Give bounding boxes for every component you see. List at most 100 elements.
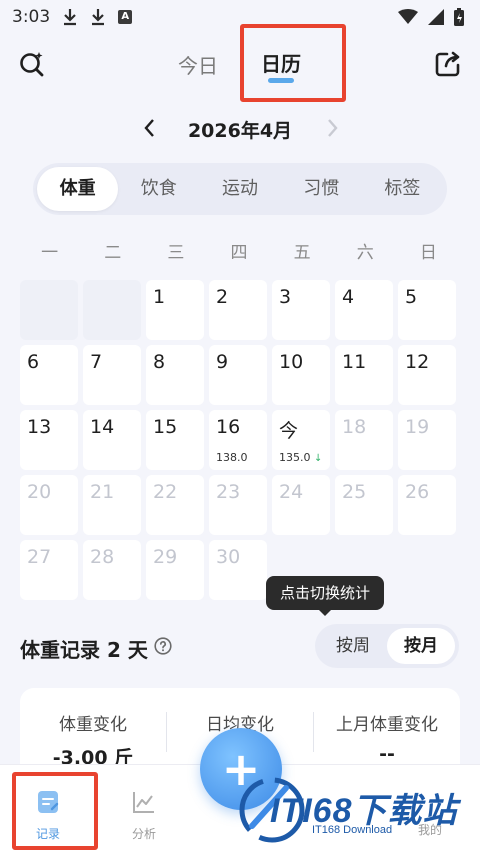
nav-record[interactable]: 记录 [18, 789, 78, 842]
calendar-day[interactable]: 20 [20, 475, 78, 535]
weekday-label: 二 [104, 243, 122, 263]
day-number: 11 [342, 351, 367, 373]
notebook-icon [38, 791, 59, 813]
calendar-day[interactable]: 15 [146, 410, 204, 470]
day-number: 6 [27, 351, 40, 373]
calendar-day[interactable]: 13 [20, 410, 78, 470]
search-button[interactable] [16, 48, 48, 80]
help-icon[interactable] [154, 637, 172, 655]
day-number: 20 [27, 481, 52, 503]
category-tabs: 体重 饮食 运动 习惯 标签 [33, 163, 447, 215]
calendar-day[interactable]: 8 [146, 345, 204, 405]
calendar-day[interactable]: 12 [398, 345, 456, 405]
calendar-day[interactable]: 1 [146, 280, 204, 340]
day-number: 22 [153, 481, 178, 503]
calendar-day[interactable]: 5 [398, 280, 456, 340]
calendar-day[interactable]: 21 [83, 475, 141, 535]
day-number: 15 [153, 416, 178, 438]
tab-habits[interactable]: 习惯 [281, 167, 362, 211]
day-number: 1 [153, 286, 166, 308]
calendar-day-today[interactable]: 今 135.0 ↓ [272, 410, 330, 470]
calendar-day[interactable]: 23 [209, 475, 267, 535]
day-number: 10 [279, 351, 304, 373]
stat-weight-change: 体重变化 -3.00 斤 [20, 710, 166, 770]
day-number: 今 [279, 420, 299, 442]
day-number: 30 [216, 546, 241, 568]
search-sparkle-icon [20, 52, 44, 77]
calendar-day[interactable]: 3 [272, 280, 330, 340]
weekday-label: 三 [167, 243, 185, 263]
toggle-by-month[interactable]: 按月 [387, 628, 455, 664]
calendar-day[interactable]: 24 [272, 475, 330, 535]
calendar-day[interactable]: 28 [83, 540, 141, 600]
share-button[interactable] [432, 48, 464, 80]
calendar-day[interactable]: 6 [20, 345, 78, 405]
month-title: 2026年4月 [187, 120, 293, 142]
stat-last-month-change: 上月体重变化 -- [314, 710, 460, 765]
share-out-icon [435, 51, 460, 77]
tab-calendar[interactable]: 日历 [261, 48, 301, 77]
day-number: 27 [27, 546, 52, 568]
day-number: 4 [342, 286, 355, 308]
day-number: 8 [153, 351, 166, 373]
calendar-day[interactable]: 29 [146, 540, 204, 600]
nav-analysis[interactable]: 分析 [114, 789, 174, 842]
weekday-label: 六 [356, 243, 374, 263]
switch-stats-tooltip: 点击切换统计 [266, 576, 385, 616]
day-number: 21 [90, 481, 115, 503]
day-number: 23 [216, 481, 241, 503]
day-number: 28 [90, 546, 115, 568]
tab-today[interactable]: 今日 [178, 50, 218, 79]
day-number: 14 [90, 416, 115, 438]
calendar-day[interactable]: 25 [335, 475, 393, 535]
watermark-subtitle: IT168 Download [312, 824, 393, 836]
day-number: 18 [342, 416, 367, 438]
chevron-right-icon[interactable] [322, 116, 342, 140]
wifi-icon [398, 9, 418, 24]
tab-diet[interactable]: 饮食 [118, 167, 199, 211]
day-number: 25 [342, 481, 367, 503]
tab-tags[interactable]: 标签 [362, 167, 443, 211]
day-number: 7 [90, 351, 103, 373]
top-bar: 今日 日历 [0, 36, 480, 92]
weekday-header: 一 二 三 四 五 六 日 [18, 238, 460, 263]
app-notification-icon: A [118, 10, 133, 24]
calendar-day[interactable]: 19 [398, 410, 456, 470]
nav-label: 记录 [35, 827, 60, 841]
tab-exercise[interactable]: 运动 [199, 167, 280, 211]
period-toggle: 按周 按月 [315, 624, 459, 668]
calendar-day[interactable]: 16 138.0 [209, 410, 267, 470]
calendar-day[interactable]: 18 [335, 410, 393, 470]
records-title: 体重记录 2 天 [20, 638, 148, 662]
calendar-day[interactable]: 11 [335, 345, 393, 405]
day-number: 16 [216, 416, 241, 438]
day-number: 19 [405, 416, 430, 438]
toggle-by-week[interactable]: 按周 [319, 628, 387, 664]
nav-label: 分析 [131, 827, 156, 841]
status-bar: 3:03 A [0, 0, 480, 34]
weekday-label: 四 [230, 243, 248, 263]
calendar-empty-cell [83, 280, 141, 340]
calendar-day[interactable]: 27 [20, 540, 78, 600]
day-number: 2 [216, 286, 229, 308]
day-number: 29 [153, 546, 178, 568]
calendar-day[interactable]: 14 [83, 410, 141, 470]
battery-icon [454, 8, 464, 26]
day-weight-number: 135.0 [279, 451, 311, 464]
download-icon [92, 9, 105, 26]
calendar-day[interactable]: 2 [209, 280, 267, 340]
calendar-day[interactable]: 4 [335, 280, 393, 340]
arrow-down-icon: ↓ [314, 453, 323, 464]
day-number: 24 [279, 481, 304, 503]
calendar-day[interactable]: 26 [398, 475, 456, 535]
calendar-day[interactable]: 9 [209, 345, 267, 405]
day-number: 3 [279, 286, 292, 308]
calendar-day[interactable]: 30 [209, 540, 267, 600]
tab-weight[interactable]: 体重 [37, 167, 119, 211]
calendar-day[interactable]: 22 [146, 475, 204, 535]
chart-icon [133, 792, 154, 813]
calendar-day[interactable]: 7 [83, 345, 141, 405]
day-number: 9 [216, 351, 229, 373]
calendar-day[interactable]: 10 [272, 345, 330, 405]
weekday-label: 一 [41, 243, 59, 263]
